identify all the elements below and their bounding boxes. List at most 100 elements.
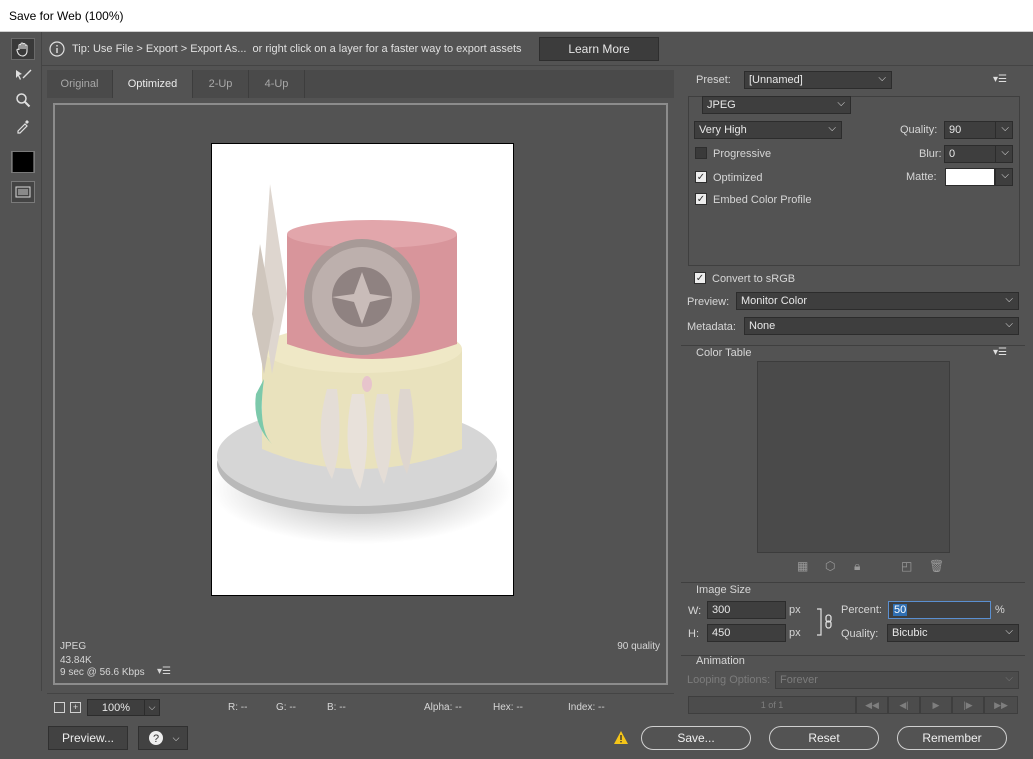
save-button[interactable]: Save...	[641, 726, 751, 750]
chevron-down-icon: ⌵	[1005, 319, 1013, 330]
matte-label: Matte:	[906, 171, 937, 183]
zoom-level-input[interactable]: 100%	[87, 699, 145, 716]
percent-unit: %	[995, 604, 1005, 616]
chevron-down-icon: ⌵	[1005, 626, 1013, 637]
preset-select[interactable]: [Unnamed] ⌵	[744, 71, 892, 89]
color-table-menu-icon[interactable]: ▾☰	[993, 347, 1007, 358]
percent-value: 50	[893, 604, 908, 616]
embed-color-profile-checkbox[interactable]: ✓	[695, 193, 707, 205]
eyedropper-icon	[17, 120, 29, 134]
lock-color-icon[interactable]: 🔒︎	[854, 559, 860, 574]
tab-optimized[interactable]: Optimized	[113, 70, 193, 98]
chevron-down-icon: ⌵	[1005, 294, 1013, 305]
blur-label: Blur:	[919, 148, 942, 160]
preview-color-value: Monitor Color	[741, 295, 808, 307]
chevron-down-icon: ⌵	[828, 123, 836, 134]
optimized-checkbox[interactable]: ✓	[695, 171, 707, 183]
chevron-down-icon: ⌵	[1001, 170, 1009, 181]
browser-help-icon: ?	[148, 731, 163, 745]
new-color-icon[interactable]: ◰	[901, 559, 912, 573]
file-format-select[interactable]: JPEG ⌵	[702, 96, 851, 114]
chevron-down-icon: ⌵	[1001, 123, 1009, 134]
looping-options-select[interactable]: Forever ⌵	[775, 671, 1019, 689]
index-readout: Index: --	[568, 702, 605, 713]
quality-level-select[interactable]: Very High ⌵	[694, 121, 842, 139]
zoom-in-button[interactable]: +	[70, 702, 81, 713]
first-frame-button[interactable]: ◀◀	[856, 696, 888, 714]
color-table-grid[interactable]	[757, 361, 950, 553]
resample-quality-select[interactable]: Bicubic ⌵	[887, 624, 1019, 642]
width-input[interactable]: 300	[707, 601, 786, 619]
hex-readout: Hex: --	[493, 702, 523, 713]
color-table-title: Color Table	[696, 347, 752, 359]
convert-srgb-checkbox[interactable]: ✓	[694, 272, 706, 284]
learn-more-button[interactable]: Learn More	[539, 37, 659, 61]
map-transparent-icon[interactable]: ▦	[797, 559, 808, 573]
metadata-select[interactable]: None ⌵	[744, 317, 1019, 335]
web-shift-icon[interactable]: ⬡	[825, 559, 835, 573]
preview-in-browser-button[interactable]: Preview...	[48, 726, 128, 750]
play-button[interactable]: ▶	[920, 696, 952, 714]
preview-viewport[interactable]: JPEG 43.84K 9 sec @ 56.6 Kbps ▾☰ 90 qual…	[53, 103, 668, 685]
optimized-label: Optimized	[713, 172, 763, 184]
animation-title: Animation	[696, 655, 745, 667]
resample-quality-value: Bicubic	[892, 627, 928, 639]
percent-input[interactable]: 50	[888, 601, 991, 619]
constrain-proportions-icon[interactable]	[815, 607, 835, 637]
progressive-checkbox[interactable]	[695, 147, 707, 159]
previous-frame-icon: ◀|	[899, 699, 909, 710]
matte-color-swatch[interactable]	[945, 168, 995, 186]
hand-tool[interactable]	[11, 38, 35, 60]
zoom-dropdown-chevron-icon[interactable]: ⌵	[144, 699, 160, 716]
looping-options-value: Forever	[780, 674, 818, 686]
alpha-readout: Alpha: --	[424, 702, 462, 713]
preset-value: [Unnamed]	[749, 74, 803, 86]
window-title: Save for Web (100%)	[9, 9, 124, 23]
next-frame-button[interactable]: |▶	[952, 696, 984, 714]
window-title-bar: Save for Web (100%)	[0, 0, 1033, 32]
zoom-tool[interactable]	[11, 89, 35, 111]
reset-button[interactable]: Reset	[769, 726, 879, 750]
slice-select-tool[interactable]	[11, 64, 35, 86]
tip-bar: Tip: Use File > Export > Export As... or…	[42, 32, 1033, 66]
quality-slider-toggle[interactable]: ⌵	[995, 121, 1013, 139]
quality-input[interactable]: 90	[944, 121, 996, 139]
width-label: W:	[688, 605, 702, 617]
tab-original[interactable]: Original	[47, 70, 113, 98]
quality-label: Quality:	[900, 124, 938, 136]
green-readout: G: --	[276, 702, 296, 713]
optimized-image-preview[interactable]	[211, 143, 514, 596]
previous-frame-button[interactable]: ◀|	[888, 696, 920, 714]
eyedropper-tool[interactable]	[11, 115, 35, 137]
zoom-out-button[interactable]	[54, 702, 65, 713]
next-frame-icon: |▶	[963, 699, 973, 710]
chevron-down-icon: ⌵	[1001, 147, 1009, 158]
tab-2-up[interactable]: 2-Up	[193, 70, 249, 98]
blur-slider-toggle[interactable]: ⌵	[995, 145, 1013, 163]
red-readout: R: --	[228, 702, 248, 713]
last-frame-button[interactable]: ▶▶	[984, 696, 1018, 714]
optimize-menu-icon[interactable]: ▾☰	[993, 74, 1007, 85]
width-unit: px	[789, 604, 801, 616]
cake-image	[212, 184, 512, 544]
height-input[interactable]: 450	[707, 624, 786, 642]
browser-select-button[interactable]: ? ⌵	[138, 726, 188, 750]
status-bar: + 100% ⌵ R: -- G: -- B: -- Alpha: -- Hex…	[47, 693, 674, 719]
eyedropper-color[interactable]	[11, 151, 35, 173]
blue-readout: B: --	[327, 702, 346, 713]
magnifier-icon	[16, 93, 31, 108]
matte-dropdown[interactable]: ⌵	[995, 168, 1013, 186]
svg-text:?: ?	[153, 733, 159, 745]
preview-color-select[interactable]: Monitor Color ⌵	[736, 292, 1019, 310]
trash-icon[interactable]: 🗑︎	[929, 559, 944, 573]
first-frame-icon: ◀◀	[865, 699, 879, 710]
percent-label: Percent:	[841, 604, 882, 616]
blur-input[interactable]: 0	[944, 145, 996, 163]
file-format-value: JPEG	[707, 99, 736, 111]
tab-4-up[interactable]: 4-Up	[249, 70, 305, 98]
color-swatch-icon	[13, 152, 33, 172]
download-rate-menu-icon[interactable]: ▾☰	[157, 666, 171, 677]
info-icon	[49, 41, 65, 57]
remember-button[interactable]: Remember	[897, 726, 1007, 750]
toggle-slices[interactable]	[11, 181, 35, 203]
